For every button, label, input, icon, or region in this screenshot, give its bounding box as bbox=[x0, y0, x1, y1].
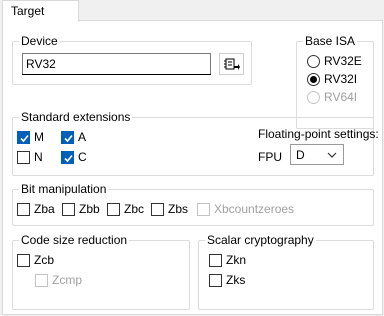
tab-strip: Target bbox=[0, 0, 384, 22]
bit-manipulation-group: Bit manipulation Zba Zbb Zbc Zbs Xbcount… bbox=[12, 182, 374, 226]
fpu-select[interactable]: D bbox=[290, 144, 344, 165]
checkbox-zbc-label[interactable]: Zbc bbox=[124, 202, 144, 216]
checkbox-ext-a-label[interactable]: A bbox=[78, 130, 86, 144]
tab-target[interactable]: Target bbox=[2, 0, 79, 22]
standard-extensions-group: Standard extensions M A N C Floating-poi… bbox=[12, 110, 379, 176]
radio-rv64i-label: RV64I bbox=[324, 90, 358, 104]
checkbox-ext-n[interactable] bbox=[17, 151, 30, 164]
checkbox-zks-label[interactable]: Zks bbox=[226, 273, 245, 287]
device-legend: Device bbox=[19, 34, 60, 48]
radio-rv32i-label[interactable]: RV32I bbox=[324, 72, 357, 86]
checkbox-zbb[interactable] bbox=[62, 203, 75, 216]
checkbox-zcmp bbox=[35, 274, 48, 287]
checkbox-ext-n-label[interactable]: N bbox=[34, 150, 43, 164]
checkbox-zcb-label[interactable]: Zcb bbox=[34, 253, 54, 267]
target-panel: Device RV32 Base ISA RV32E RV32I RV64I S… bbox=[2, 20, 383, 315]
scalar-crypto-group: Scalar cryptography Zkn Zks bbox=[198, 233, 374, 310]
checkbox-ext-m[interactable] bbox=[17, 131, 30, 144]
checkbox-ext-c-label[interactable]: C bbox=[78, 150, 87, 164]
checkbox-ext-c[interactable] bbox=[61, 151, 74, 164]
radio-rv32e-label[interactable]: RV32E bbox=[324, 54, 362, 68]
checkbox-zba[interactable] bbox=[17, 203, 30, 216]
fp-settings-label: Floating-point settings: bbox=[258, 127, 379, 141]
checkbox-zkn[interactable] bbox=[209, 254, 222, 267]
scalar-crypto-legend: Scalar cryptography bbox=[205, 233, 316, 247]
checkbox-zkn-label[interactable]: Zkn bbox=[226, 253, 246, 267]
code-size-group: Code size reduction Zcb Zcmp bbox=[12, 233, 190, 310]
checkbox-zba-label[interactable]: Zba bbox=[34, 202, 55, 216]
fpu-label: FPU bbox=[258, 150, 282, 164]
standard-extensions-legend: Standard extensions bbox=[19, 110, 133, 124]
chip-browse-icon bbox=[220, 58, 243, 77]
radio-rv32i[interactable] bbox=[307, 73, 320, 86]
device-group: Device RV32 bbox=[12, 34, 252, 85]
base-isa-legend: Base ISA bbox=[303, 34, 358, 48]
device-browse-button[interactable] bbox=[219, 53, 244, 75]
fpu-select-value: D bbox=[296, 148, 305, 162]
radio-rv32e[interactable] bbox=[307, 55, 320, 68]
checkbox-zcmp-label: Zcmp bbox=[52, 273, 82, 287]
bit-manipulation-legend: Bit manipulation bbox=[19, 182, 109, 196]
device-field[interactable]: RV32 bbox=[22, 53, 211, 75]
checkbox-zbb-label[interactable]: Zbb bbox=[79, 202, 100, 216]
checkbox-xbcountzeroes bbox=[197, 203, 210, 216]
code-size-legend: Code size reduction bbox=[19, 233, 130, 247]
base-isa-group: Base ISA RV32E RV32I RV64I bbox=[296, 34, 374, 129]
checkbox-ext-a[interactable] bbox=[61, 131, 74, 144]
checkbox-zks[interactable] bbox=[209, 274, 222, 287]
checkbox-zcb[interactable] bbox=[17, 254, 30, 267]
checkbox-zbc[interactable] bbox=[107, 203, 120, 216]
tab-target-label: Target bbox=[11, 4, 45, 18]
checkbox-xbcountzeroes-label: Xbcountzeroes bbox=[214, 202, 295, 216]
checkbox-zbs-label[interactable]: Zbs bbox=[168, 202, 188, 216]
radio-rv64i bbox=[307, 91, 320, 104]
checkbox-zbs[interactable] bbox=[151, 203, 164, 216]
checkbox-ext-m-label[interactable]: M bbox=[34, 130, 44, 144]
